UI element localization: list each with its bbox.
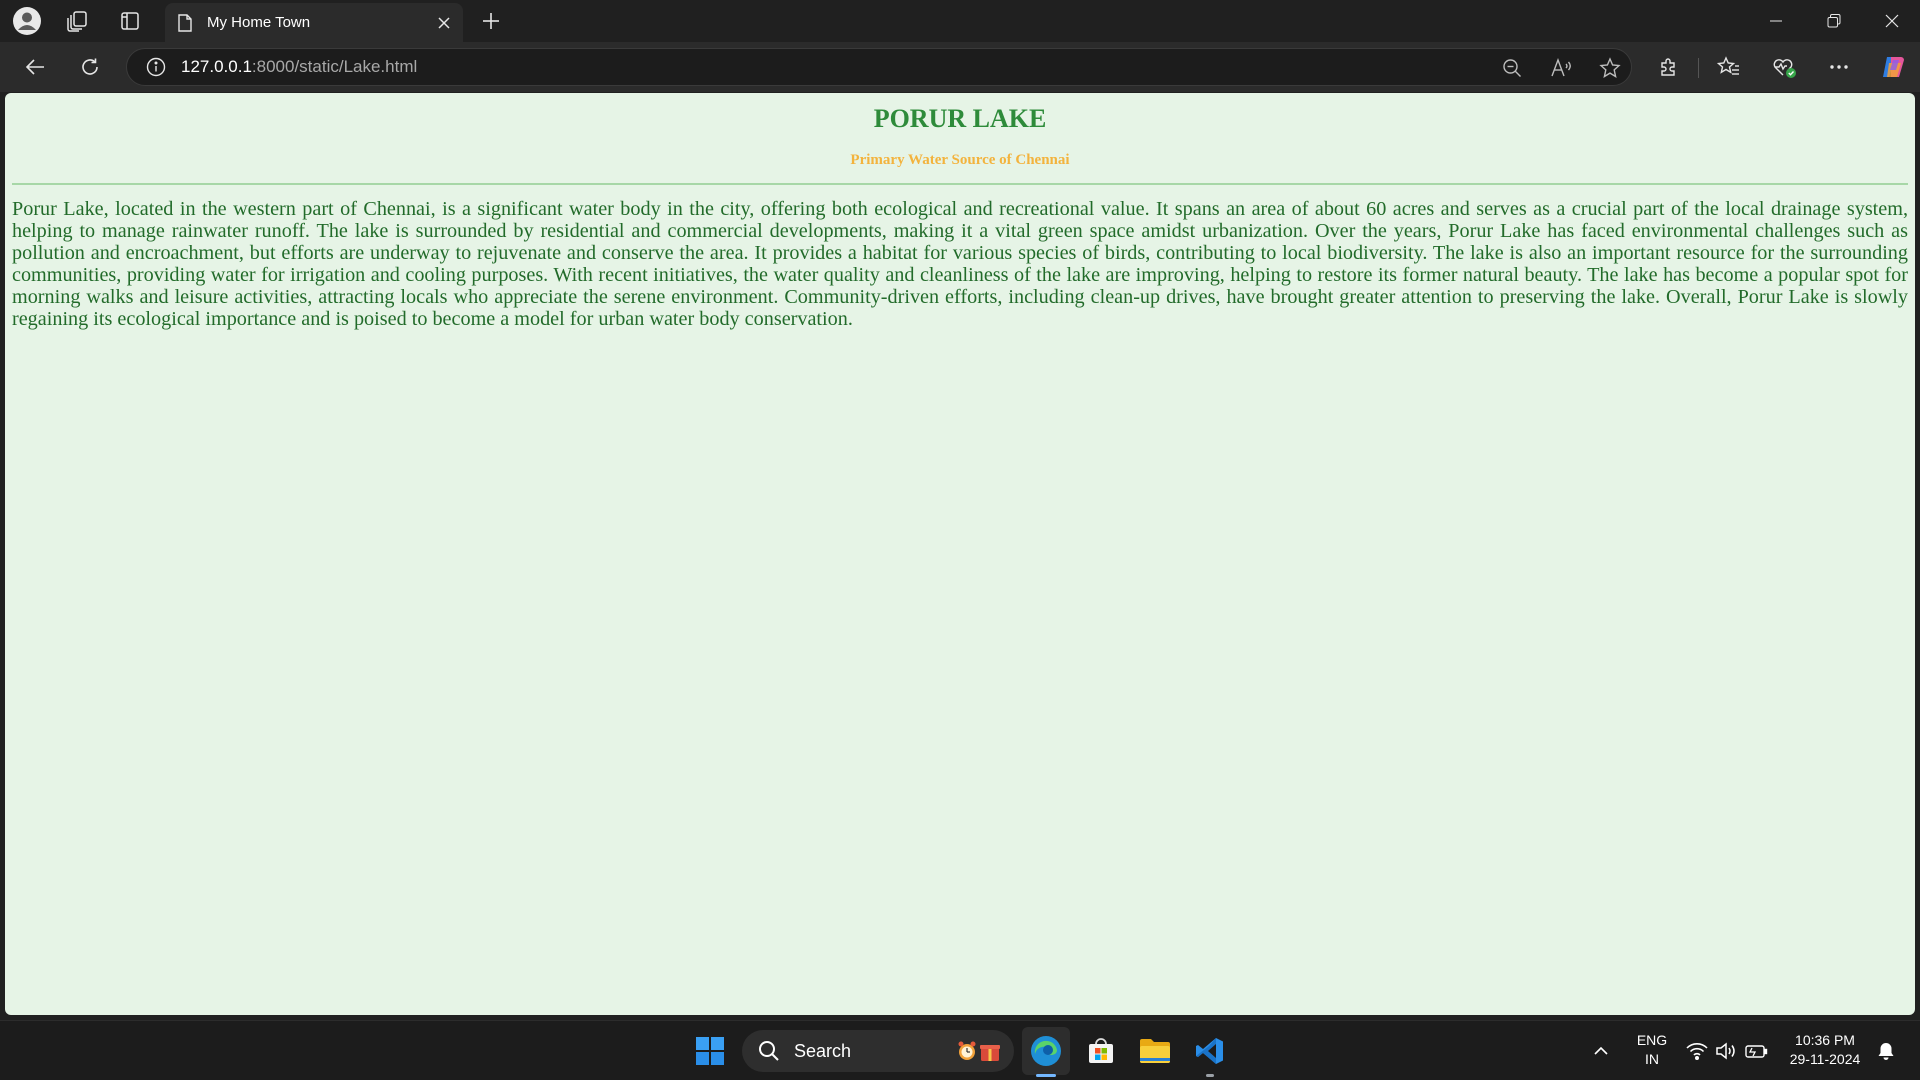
browser-toolbar: 127.0.0.1:8000/static/Lake.html — [0, 42, 1920, 92]
horizontal-rule — [12, 183, 1908, 185]
notification-bell-icon[interactable] — [1874, 1040, 1898, 1062]
zoom-out-icon[interactable] — [1497, 55, 1527, 81]
store-taskbar-icon[interactable] — [1077, 1027, 1125, 1075]
url-text[interactable]: 127.0.0.1:8000/static/Lake.html — [181, 57, 417, 77]
site-info-icon[interactable] — [145, 56, 167, 78]
tab-title: My Home Town — [207, 14, 311, 31]
volume-icon[interactable] — [1714, 1040, 1738, 1062]
more-options-icon[interactable] — [1821, 50, 1857, 84]
taskbar-search[interactable]: Search — [742, 1030, 1014, 1072]
close-window-button[interactable] — [1864, 0, 1920, 42]
minimize-button[interactable] — [1748, 0, 1804, 42]
search-icon — [756, 1038, 782, 1064]
tab-strip: My Home Town — [0, 0, 1920, 42]
search-label: Search — [794, 1040, 852, 1061]
new-tab-button[interactable] — [475, 6, 507, 36]
read-aloud-icon[interactable] — [1547, 55, 1577, 81]
search-highlight-icon — [956, 1039, 1002, 1063]
url-host: 127.0.0.1 — [181, 57, 252, 76]
language-secondary: IN — [1645, 1051, 1659, 1067]
clock[interactable]: 10:36 PM 29-11-2024 — [1780, 1031, 1870, 1069]
extensions-icon[interactable] — [1651, 50, 1687, 84]
browser-essentials-icon[interactable] — [1766, 50, 1802, 84]
start-button[interactable] — [686, 1027, 734, 1075]
favorite-star-icon[interactable] — [1595, 55, 1625, 81]
url-path: :8000/static/Lake.html — [251, 57, 418, 76]
battery-icon[interactable] — [1744, 1040, 1768, 1062]
lake-description: Porur Lake, located in the western part … — [12, 198, 1908, 330]
profile-icon[interactable] — [12, 7, 42, 35]
clock-date: 29-11-2024 — [1789, 1051, 1861, 1067]
edge-taskbar-icon[interactable] — [1022, 1027, 1070, 1075]
copilot-icon[interactable] — [1875, 50, 1911, 84]
taskbar: Search ENG IN 10:36 PM 29-11-2024 — [0, 1020, 1920, 1080]
file-explorer-taskbar-icon[interactable] — [1131, 1027, 1179, 1075]
back-button[interactable] — [17, 50, 53, 84]
toolbar-divider — [1698, 58, 1699, 78]
favorites-icon[interactable] — [1711, 50, 1747, 84]
close-tab-icon[interactable] — [429, 8, 459, 38]
vscode-running-indicator — [1206, 1074, 1214, 1077]
language-indicator[interactable]: ENG IN — [1630, 1031, 1674, 1069]
show-hidden-icons-icon[interactable] — [1589, 1040, 1613, 1062]
vscode-taskbar-icon[interactable] — [1186, 1027, 1234, 1075]
page-viewport: PORUR LAKE Primary Water Source of Chenn… — [5, 93, 1915, 1015]
refresh-button[interactable] — [72, 50, 108, 84]
language-primary: ENG — [1636, 1032, 1668, 1048]
page-icon — [175, 13, 195, 33]
restore-button[interactable] — [1806, 0, 1862, 42]
active-tab[interactable]: My Home Town — [165, 3, 463, 42]
edge-active-indicator — [1036, 1074, 1056, 1077]
clock-time: 10:36 PM — [1795, 1032, 1855, 1048]
page-title: PORUR LAKE — [873, 104, 1047, 133]
workspaces-icon[interactable] — [62, 7, 92, 35]
wifi-icon[interactable] — [1685, 1040, 1709, 1062]
address-bar[interactable]: 127.0.0.1:8000/static/Lake.html — [126, 48, 1632, 86]
page-subtitle: Primary Water Source of Chennai — [850, 152, 1070, 168]
vertical-tabs-icon[interactable] — [115, 7, 145, 35]
